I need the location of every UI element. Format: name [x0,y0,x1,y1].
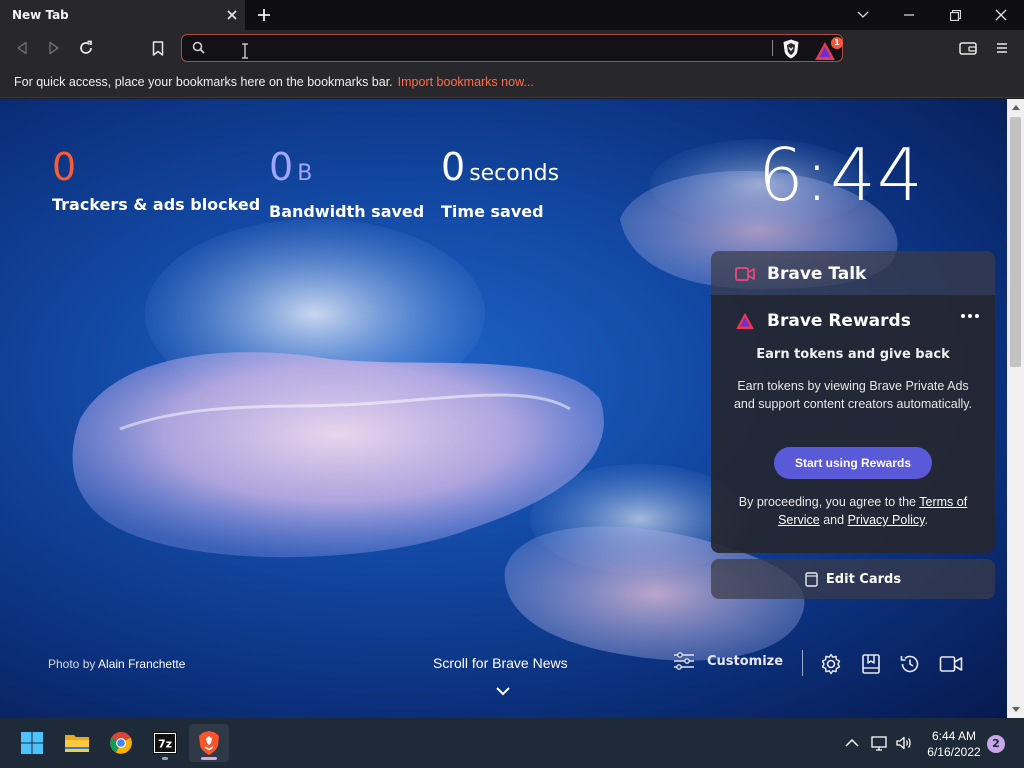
tab-new-tab[interactable]: New Tab [0,0,245,30]
settings-gear-icon[interactable] [819,652,843,676]
page-scrollbar[interactable] [1007,99,1024,718]
brave-rewards-title: Brave Rewards [767,311,911,331]
network-icon[interactable] [870,734,888,752]
stat-bandwidth-value: 0 [269,145,294,189]
brave-talk-video-icon[interactable] [939,652,963,676]
bookmarks-bar: For quick access, place your bookmarks h… [0,66,1024,98]
edit-cards-label: Edit Cards [825,571,902,587]
legal-and: and [823,513,845,527]
windows-taskbar: 7z 6:44 AM 6/16/2022 2 [0,718,1024,768]
windows-start-icon[interactable] [12,724,52,762]
sliders-icon [674,652,694,670]
tab-title: New Tab [12,8,69,22]
brave-icon[interactable] [189,724,229,762]
bookmarks-hint: For quick access, place your bookmarks h… [14,74,393,89]
address-bar[interactable]: 1 [181,34,843,62]
taskbar-clock[interactable]: 6:44 AM 6/16/2022 [920,728,988,760]
search-icon [192,41,205,54]
stat-trackers-value: 0 [52,145,77,189]
stat-bandwidth-label: Bandwidth saved [269,202,425,221]
brave-rewards-card: Brave Rewards Earn tokens and give back … [711,295,995,553]
rewards-badge: 1 [831,37,843,49]
address-input[interactable] [216,38,766,58]
video-camera-icon [735,267,755,281]
rewards-description: Earn tokens by viewing Brave Private Ads… [733,379,973,411]
active-indicator [201,757,217,760]
scroll-up-arrow-icon[interactable] [1007,99,1024,116]
chevron-up-icon[interactable] [843,734,861,752]
brave-talk-title: Brave Talk [767,264,867,284]
bookmarks-icon[interactable] [859,652,883,676]
photo-credit: Photo by Alain Franchette [48,657,185,671]
7zip-icon[interactable]: 7z [145,724,185,762]
chevron-down-icon[interactable] [495,685,511,697]
tab-search-chevron-icon[interactable] [840,0,886,30]
address-bar-divider [772,40,773,56]
stat-time-saved: 0 seconds Time saved [441,145,559,221]
start-using-rewards-button[interactable]: Start using Rewards [774,447,932,479]
tab-close-icon[interactable] [219,0,245,30]
scroll-for-brave-news[interactable]: Scroll for Brave News [433,655,568,671]
photo-credit-prefix: Photo by [48,657,96,671]
volume-icon[interactable] [895,734,913,752]
restore-button[interactable] [932,0,978,30]
more-options-icon[interactable] [959,309,981,323]
chrome-icon[interactable] [101,724,141,762]
scroll-down-arrow-icon[interactable] [1007,701,1024,718]
bottom-divider [802,650,803,676]
privacy-policy-link[interactable]: Privacy Policy [848,513,925,527]
bookmark-button[interactable] [144,34,172,62]
stat-bandwidth-saved: 0B Bandwidth saved [269,145,424,221]
cards-icon [805,571,818,587]
new-tab-page: 0 Trackers & ads blocked 0B Bandwidth sa… [0,99,1007,718]
notification-badge[interactable]: 2 [987,735,1005,753]
stat-trackers-blocked: 0 Trackers & ads blocked [52,145,260,214]
customize-label: Customize [707,653,784,669]
file-explorer-icon[interactable] [57,724,97,762]
rewards-subtitle: Earn tokens and give back [756,347,950,362]
photo-credit-name[interactable]: Alain Franchette [98,657,185,671]
wallet-icon[interactable] [954,34,982,62]
stat-time-value: 0 [441,145,466,189]
stat-bandwidth-unit: B [297,161,313,186]
back-button[interactable] [8,34,36,62]
customize-button[interactable]: Customize [673,652,783,670]
text-cursor-icon [242,43,248,59]
legal-prefix: By proceeding, you agree to the [738,495,917,509]
running-indicator [162,757,168,760]
import-bookmarks-link[interactable]: Import bookmarks now... [398,75,534,89]
forward-button[interactable] [40,34,68,62]
close-window-button[interactable] [978,0,1024,30]
reload-button[interactable] [72,34,100,62]
clock: 6:44 [758,133,924,217]
stat-time-label: Time saved [441,202,544,221]
taskbar-time: 6:44 AM [931,729,977,743]
history-icon[interactable] [898,652,922,676]
minimize-button[interactable] [886,0,932,30]
brave-rewards-button[interactable]: 1 [814,37,843,61]
new-tab-button[interactable] [252,3,276,27]
rewards-legal-text: By proceeding, you agree to the Terms of… [725,493,981,529]
rewards-triangle-icon [736,312,754,330]
stat-time-unit: seconds [469,161,560,186]
brave-talk-card[interactable]: Brave Talk [711,251,995,297]
svg-text:7z: 7z [158,738,172,751]
stat-trackers-label: Trackers & ads blocked [52,195,261,214]
edit-cards-button[interactable]: Edit Cards [711,559,995,599]
title-bar: New Tab [0,0,1024,30]
scrollbar-thumb[interactable] [1010,117,1021,367]
legal-suffix: . [924,513,928,527]
taskbar-date: 6/16/2022 [927,745,981,759]
main-menu-icon[interactable] [988,34,1016,62]
brave-shields-icon[interactable] [780,38,802,60]
